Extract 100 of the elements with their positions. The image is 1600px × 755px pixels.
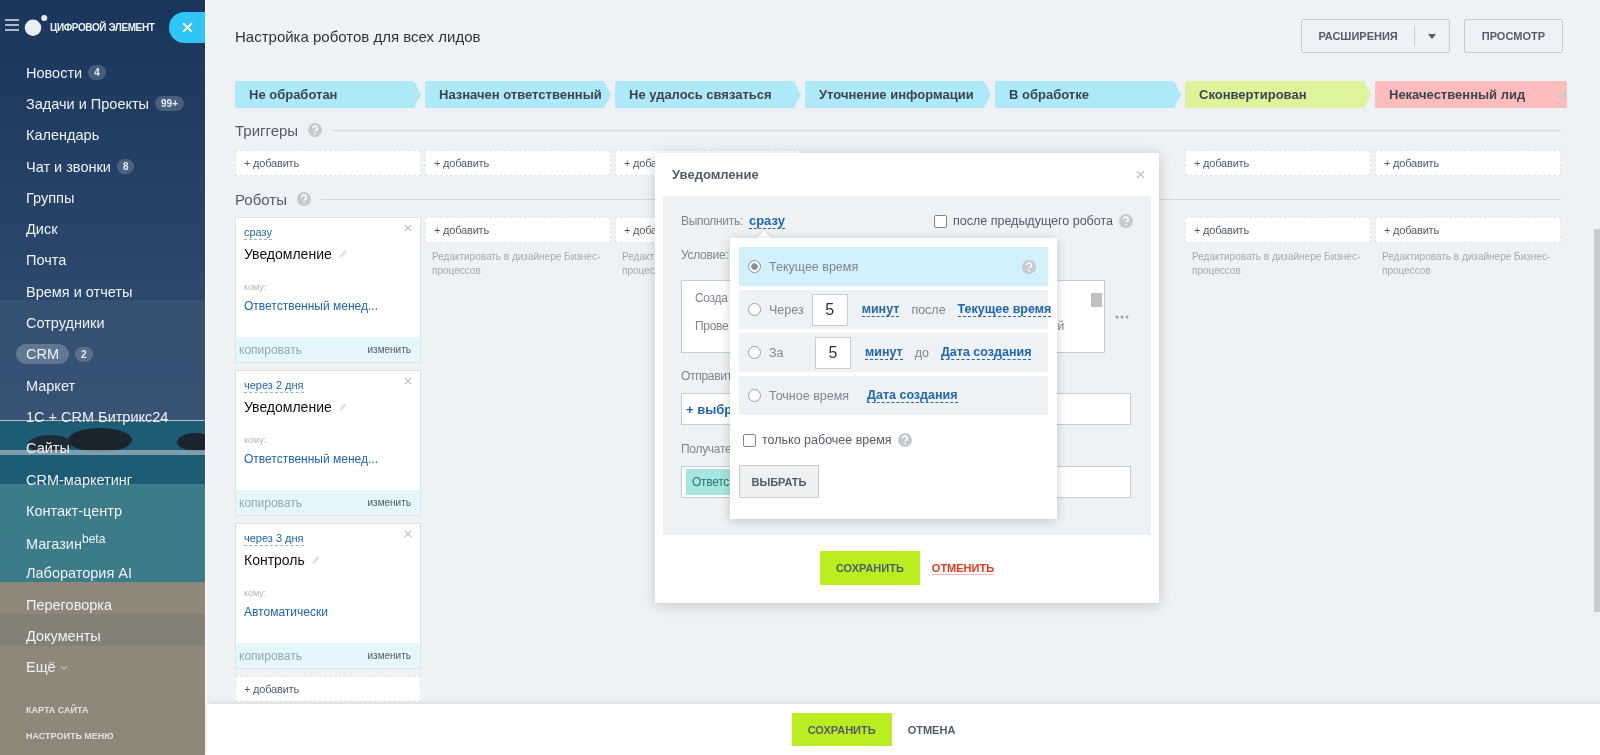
help-icon[interactable] <box>296 192 311 206</box>
base-time-link[interactable]: Текущее время <box>957 302 1052 317</box>
run-time-link[interactable]: сразу <box>748 213 785 229</box>
nav-link[interactable]: Контакт-центр <box>26 500 122 521</box>
checkbox-label: после предыдущего робота <box>953 214 1113 228</box>
extensions-button[interactable]: РАСШИРЕНИЯ <box>1302 26 1415 46</box>
help-icon[interactable] <box>308 123 323 137</box>
robot-name: Уведомление <box>244 246 332 262</box>
amount-field[interactable]: 5 <box>815 336 851 369</box>
unit-link[interactable]: минут <box>865 345 903 360</box>
recipient-label: кому: <box>244 282 267 292</box>
settings-icon[interactable] <box>1556 89 1568 101</box>
time-option[interactable]: За 5 минут до Дата создания <box>739 333 1048 372</box>
close-icon[interactable] <box>404 377 412 385</box>
nav-link[interactable]: Сотрудники <box>26 313 105 333</box>
stage-tab[interactable]: Назначен ответственный <box>425 81 611 108</box>
base-time-link[interactable]: Дата создания <box>940 345 1032 360</box>
nav-link[interactable]: Чат и звонки <box>26 156 111 177</box>
recipient-link[interactable]: Автоматически <box>244 605 328 619</box>
message-text: й <box>1057 319 1064 333</box>
stage-tab[interactable]: Уточнение информации <box>805 81 991 108</box>
scrollbar-thumb[interactable] <box>1594 229 1600 612</box>
nav-link[interactable]: Лаборатория AI <box>26 563 133 584</box>
nav-link[interactable]: CRM-маркетинг <box>26 469 133 490</box>
delay-link[interactable]: сразу <box>244 226 273 240</box>
page-title: Настройка роботов для всех лидов <box>235 27 481 45</box>
add-button[interactable]: + добавить <box>425 217 611 243</box>
nav-link[interactable]: Диск <box>26 219 58 240</box>
amount-field[interactable]: 5 <box>811 293 848 326</box>
close-icon[interactable] <box>404 224 412 232</box>
nav-link[interactable]: Группы <box>26 187 75 208</box>
count-badge: 4 <box>88 65 106 81</box>
stage-tab[interactable]: В обработке <box>995 81 1181 108</box>
edit-link[interactable]: изменить <box>367 497 411 508</box>
base-time-link[interactable]: Дата создания <box>867 388 958 403</box>
logo-text: ЦИФРОВОЙ ЭЛЕМЕНТ <box>50 21 155 33</box>
help-icon[interactable] <box>897 433 912 447</box>
pencil-icon[interactable] <box>337 249 348 259</box>
scrollbar[interactable] <box>1091 293 1102 307</box>
checkbox[interactable] <box>743 433 756 447</box>
cancel-link[interactable]: ОТМЕНИТЬ <box>931 561 995 575</box>
cancel-link[interactable]: ОТМЕНА <box>907 723 956 736</box>
recipient-link[interactable]: Ответственный менед... <box>244 452 378 466</box>
count-badge: 2 <box>75 346 93 362</box>
menu-icon[interactable] <box>5 19 19 31</box>
designer-hint: Редактировать в дизайнере Бизнес-процессов <box>1191 250 1362 278</box>
close-icon[interactable] <box>404 530 412 538</box>
choose-button[interactable]: ВЫБРАТЬ <box>739 465 819 498</box>
pencil-icon[interactable] <box>310 555 321 565</box>
radio-button[interactable] <box>748 389 761 402</box>
add-button[interactable]: + добавить <box>1375 217 1561 243</box>
add-button[interactable]: + добавить <box>235 150 421 176</box>
caret-icon[interactable] <box>1427 33 1436 39</box>
help-icon[interactable] <box>1119 214 1133 228</box>
nav-link[interactable]: Время и отчеты <box>26 281 133 302</box>
delay-link[interactable]: через 3 дня <box>244 532 304 546</box>
nav-link[interactable]: Маркет <box>26 375 76 396</box>
nav-link[interactable]: Новости <box>26 62 83 83</box>
edit-link[interactable]: изменить <box>367 650 411 661</box>
field-label: Получате <box>681 442 732 456</box>
dialog-title: Уведомление <box>672 167 759 182</box>
add-button[interactable]: + добавить <box>235 676 421 702</box>
radio-button[interactable] <box>748 346 761 359</box>
field-label: Отправит <box>681 369 732 383</box>
add-button[interactable]: + добавить <box>1185 150 1371 176</box>
section-title: Триггеры <box>235 121 299 139</box>
unit-link[interactable]: минут <box>861 302 900 317</box>
time-option[interactable]: Точное время Дата создания <box>739 376 1048 415</box>
nav-link[interactable]: Почта <box>26 250 67 271</box>
recipient-link[interactable]: Ответственный менед... <box>244 299 378 313</box>
logo-icon <box>24 13 48 37</box>
robot-name: Контроль <box>244 552 305 568</box>
nav-link[interactable]: Магазин$^{beta}$ <box>26 530 106 554</box>
option-label: Через <box>769 302 804 317</box>
stage-tab[interactable]: Не удалось связаться <box>615 81 801 108</box>
save-button[interactable]: СОХРАНИТЬ <box>791 713 892 746</box>
save-button[interactable]: СОХРАНИТЬ <box>819 551 920 585</box>
field-label: Выполнить: <box>681 214 743 228</box>
add-button[interactable]: + добавить <box>1375 150 1561 176</box>
nav-link[interactable]: Задачи и Проекты <box>26 93 150 114</box>
preview-button[interactable]: ПРОСМОТР <box>1463 19 1563 53</box>
delay-link[interactable]: через 2 дня <box>244 379 304 393</box>
stage-tab[interactable]: Сконвертирован <box>1185 81 1371 108</box>
recipient-label: кому: <box>244 435 267 445</box>
nav-link[interactable]: Сайты <box>26 438 70 459</box>
radio-button[interactable] <box>748 260 761 273</box>
nav-link[interactable]: CRM <box>16 344 70 365</box>
radio-button[interactable] <box>748 303 761 316</box>
more-icon[interactable] <box>1115 314 1129 319</box>
nav-link[interactable]: Календарь <box>26 125 100 146</box>
add-button[interactable]: + добавить <box>425 150 611 176</box>
stage-tab[interactable]: Некачественный лид <box>1375 81 1567 108</box>
pencil-icon[interactable] <box>337 402 348 412</box>
edit-link[interactable]: изменить <box>367 344 411 355</box>
help-icon[interactable] <box>1022 259 1036 274</box>
close-icon[interactable] <box>1136 170 1145 179</box>
stage-tab[interactable]: Не обработан <box>235 81 421 108</box>
checkbox[interactable] <box>934 214 947 228</box>
close-button[interactable] <box>169 12 205 43</box>
add-button[interactable]: + добавить <box>1185 217 1371 243</box>
